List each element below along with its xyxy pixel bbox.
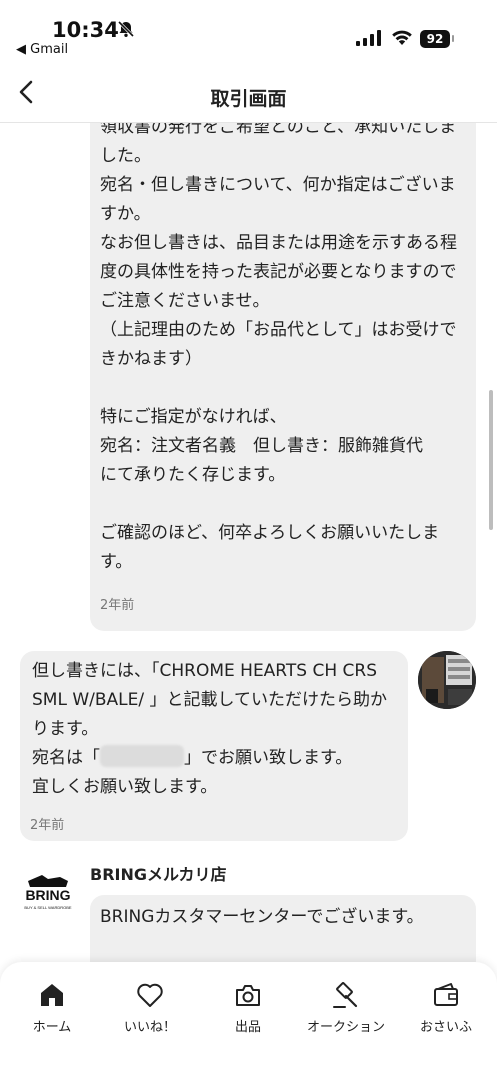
tab-auction[interactable]: オークション xyxy=(296,980,396,1035)
shop-name[interactable]: BRINGメルカリ店 xyxy=(90,861,227,885)
status-bar: 10:34 ◀ Gmail 92 xyxy=(0,0,497,62)
message-line: 宛名は「 」でお願い致します。 xyxy=(32,744,402,773)
back-to-app-link[interactable]: ◀ Gmail xyxy=(16,42,68,57)
battery-tip xyxy=(452,35,454,42)
tab-likes[interactable]: いいね！ xyxy=(100,980,200,1035)
tab-wallet[interactable]: おさいふ xyxy=(396,980,496,1035)
tab-label: おさいふ xyxy=(419,1020,472,1035)
wifi-icon xyxy=(392,30,412,45)
tab-sell[interactable]: 出品 xyxy=(198,980,298,1035)
camera-icon xyxy=(236,985,260,1006)
home-icon xyxy=(41,984,63,1006)
message-line: 宜しくお願い致します。 xyxy=(32,777,218,797)
tab-label: ホーム xyxy=(32,1020,72,1035)
tab-label: 出品 xyxy=(234,1020,261,1035)
bell-muted-icon xyxy=(117,20,135,38)
heart-icon xyxy=(137,983,163,1007)
message-bubble-shop: 領収書の発行をご希望とのこと、承知いたしました。 宛名・但し書きについて、何か指… xyxy=(90,123,476,631)
message-bubble-shop: BRINGカスタマーセンターでございます。 xyxy=(90,895,476,963)
message-bubble-user: 但し書きには、「CHROME HEARTS CH CRS SML W/BALE/… xyxy=(20,651,408,841)
tab-label: いいね！ xyxy=(123,1020,176,1035)
message-text: 領収書の発行をご希望とのこと、承知いたしました。 宛名・但し書きについて、何か指… xyxy=(100,123,457,572)
battery-indicator: 92 xyxy=(420,30,450,48)
gavel-icon xyxy=(333,982,358,1008)
scrollbar[interactable] xyxy=(489,390,493,530)
shop-logo[interactable]: BRING BUY & SELL WARDROBE xyxy=(20,867,76,923)
message-text: BRINGカスタマーセンターでございます。 xyxy=(100,907,424,927)
message-timestamp: 2年前 xyxy=(30,818,65,833)
cellular-signal-icon xyxy=(356,30,381,46)
tab-label: オークション xyxy=(306,1020,385,1035)
navigation-bar: 取引画面 xyxy=(0,62,497,123)
wallet-icon xyxy=(434,983,458,1006)
svg-text:BUY & SELL WARDROBE: BUY & SELL WARDROBE xyxy=(24,905,72,910)
tab-home[interactable]: ホーム xyxy=(2,980,102,1035)
svg-text:BRING: BRING xyxy=(25,887,70,903)
page-title: 取引画面 xyxy=(210,88,287,110)
user-avatar[interactable] xyxy=(418,651,476,709)
message-text: 但し書きには、「CHROME HEARTS CH CRS SML W/BALE/… xyxy=(32,657,402,802)
message-line: 但し書きには、「CHROME HEARTS CH CRS SML W/BALE/… xyxy=(32,661,387,739)
chat-thread[interactable]: 領収書の発行をご希望とのこと、承知いたしました。 宛名・但し書きについて、何か指… xyxy=(0,123,497,963)
status-time: 10:34 xyxy=(52,18,119,42)
bottom-tab-bar: ホーム いいね！ 出品 オークション おさいふ xyxy=(0,962,497,1080)
message-timestamp: 2年前 xyxy=(100,598,135,613)
redacted-name xyxy=(100,745,184,767)
